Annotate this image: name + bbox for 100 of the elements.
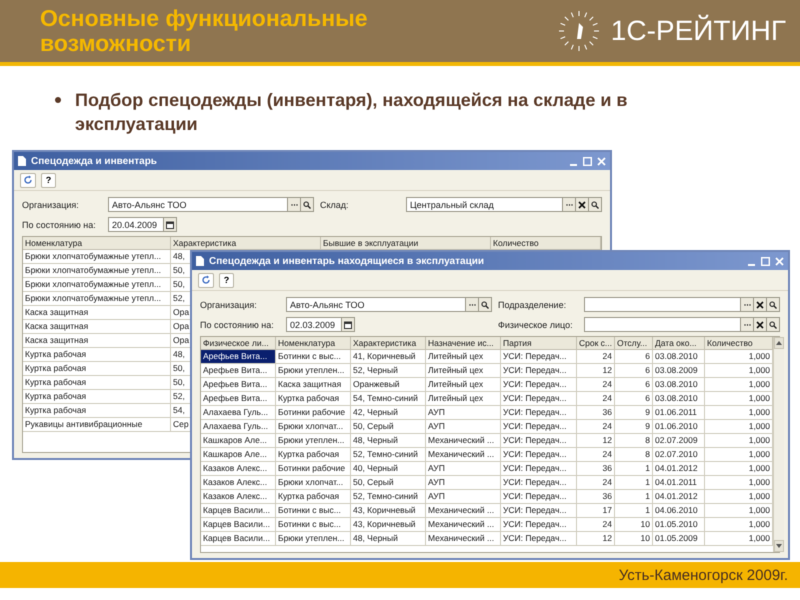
- date-field[interactable]: 02.03.2009: [286, 317, 342, 332]
- column-header[interactable]: Отслу...: [615, 337, 653, 350]
- help-button[interactable]: ?: [41, 172, 56, 188]
- table-cell: 03.08.2010: [653, 350, 705, 364]
- table-cell: УСИ: Передач...: [501, 462, 577, 476]
- clear-button[interactable]: [754, 297, 767, 312]
- table-cell: 24: [577, 476, 615, 490]
- column-header[interactable]: Партия: [501, 337, 577, 350]
- table-cell: 41, Коричневый: [351, 350, 426, 364]
- table-cell: 36: [577, 462, 615, 476]
- table-cell: Казаков Алекс...: [201, 490, 276, 504]
- table-cell: Арефьев Вита...: [201, 364, 276, 378]
- table-cell: АУП: [426, 462, 501, 476]
- field-label: Физическое лицо:: [498, 320, 574, 330]
- table-cell: Куртка рабочая: [276, 392, 351, 406]
- table-cell: Карцев Васили...: [201, 518, 276, 532]
- table-cell: Куртка рабочая: [23, 404, 171, 418]
- table-cell: Брюки хлопчатобумажные утепл...: [23, 292, 171, 306]
- table-cell: 04.01.2011: [653, 476, 705, 490]
- table-cell: Каска защитная: [23, 320, 171, 334]
- table-cell: 24: [577, 378, 615, 392]
- table-cell: 52, Темно-синий: [351, 490, 426, 504]
- column-header[interactable]: Номенклатура: [23, 237, 171, 250]
- maximize-icon: [583, 156, 592, 166]
- document-icon: [18, 156, 26, 166]
- table-cell: 01.06.2011: [653, 406, 705, 420]
- table-cell: УСИ: Передач...: [501, 406, 577, 420]
- refresh-icon: [23, 175, 33, 185]
- input-field[interactable]: Центральный склад: [406, 197, 563, 212]
- close-icon: [597, 156, 606, 166]
- table-cell: Брюки хлопчатобумажные утепл...: [23, 278, 171, 292]
- field-label: По состоянию на:: [200, 320, 275, 330]
- table-cell: Каска защитная: [276, 378, 351, 392]
- column-header[interactable]: Номенклатура: [276, 337, 351, 350]
- refresh-button[interactable]: [20, 172, 36, 188]
- table-cell: Алахаева Гуль...: [201, 420, 276, 434]
- column-header[interactable]: Характеристика: [171, 237, 321, 250]
- search-icon: [769, 300, 777, 308]
- logo-icon: [556, 9, 601, 53]
- column-header[interactable]: Срок с...: [577, 337, 615, 350]
- search-button[interactable]: [767, 297, 780, 312]
- refresh-button[interactable]: [198, 272, 214, 288]
- scroll-down-button[interactable]: [774, 540, 784, 552]
- table-cell: 01.05.2009: [653, 532, 705, 546]
- close-button[interactable]: [775, 256, 784, 266]
- maximize-button[interactable]: [583, 156, 592, 166]
- table-cell: УСИ: Передач...: [501, 350, 577, 364]
- footer-text: Усть-Каменогорск 2009г.: [618, 566, 788, 584]
- scrollbar[interactable]: [773, 337, 784, 552]
- table-cell: 1: [615, 462, 653, 476]
- input-field[interactable]: [584, 317, 741, 332]
- column-header[interactable]: Физическое ли...: [201, 337, 276, 350]
- search-button[interactable]: [589, 197, 602, 212]
- calendar-icon: [166, 220, 174, 228]
- table-cell: Литейный цех: [426, 392, 501, 406]
- search-button[interactable]: [767, 317, 780, 332]
- minimize-icon: [570, 164, 577, 166]
- table-cell: 50, Серый: [351, 420, 426, 434]
- table-cell: Арефьев Вита...: [201, 378, 276, 392]
- column-header[interactable]: Характеристика: [351, 337, 426, 350]
- search-icon: [769, 320, 777, 328]
- column-header[interactable]: Количество: [705, 337, 773, 350]
- table-cell: 04.01.2012: [653, 462, 705, 476]
- help-button[interactable]: ?: [219, 272, 234, 288]
- table-cell: Ботинки рабочие: [276, 462, 351, 476]
- table-cell: Брюки утеплен...: [276, 532, 351, 546]
- clear-button[interactable]: [576, 197, 589, 212]
- clear-button[interactable]: [754, 317, 767, 332]
- calendar-button[interactable]: [164, 217, 177, 232]
- input-field[interactable]: Авто-Альянс ТОО: [286, 297, 466, 312]
- table-cell: УСИ: Передач...: [501, 490, 577, 504]
- table-cell: Казаков Алекс...: [201, 462, 276, 476]
- table-cell: Карцев Васили...: [201, 532, 276, 546]
- calendar-button[interactable]: [342, 317, 355, 332]
- bullet-icon: [55, 97, 61, 103]
- table-cell: АУП: [426, 420, 501, 434]
- table-cell: Куртка рабочая: [23, 376, 171, 390]
- table-cell: Карцев Васили...: [201, 504, 276, 518]
- search-button[interactable]: [301, 197, 314, 212]
- table-cell: Арефьев Вита...: [201, 392, 276, 406]
- search-icon: [303, 200, 311, 208]
- close-button[interactable]: [597, 156, 606, 166]
- column-header[interactable]: Назначение ис...: [426, 337, 501, 350]
- input-field[interactable]: [584, 297, 741, 312]
- search-button[interactable]: [479, 297, 492, 312]
- column-header[interactable]: Дата око...: [653, 337, 705, 350]
- field-label: По состоянию на:: [22, 220, 97, 230]
- table-cell: УСИ: Передач...: [501, 364, 577, 378]
- scroll-up-button[interactable]: [774, 337, 784, 349]
- document-icon: [196, 256, 204, 266]
- maximize-button[interactable]: [761, 256, 770, 266]
- date-field[interactable]: 20.04.2009: [108, 217, 164, 232]
- table-cell: АУП: [426, 490, 501, 504]
- column-header[interactable]: Бывшие в эксплуатации: [321, 237, 491, 250]
- table-cell: 24: [577, 392, 615, 406]
- table-cell: 17: [577, 504, 615, 518]
- column-header[interactable]: Количество: [491, 237, 601, 250]
- input-field[interactable]: Авто-Альянс ТОО: [108, 197, 288, 212]
- refresh-icon: [201, 275, 211, 285]
- table-cell: УСИ: Передач...: [501, 518, 577, 532]
